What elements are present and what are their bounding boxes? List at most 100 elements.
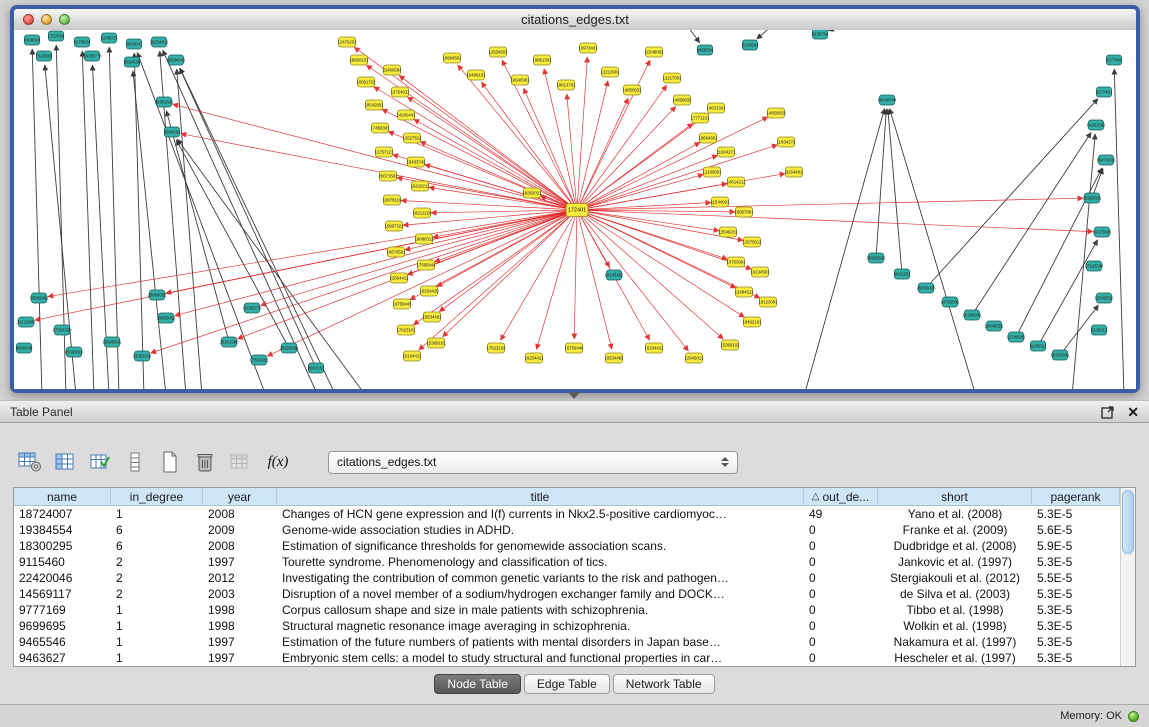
- table-row[interactable]: 946554611997Estimation of the future num…: [14, 634, 1120, 650]
- table-cell: 5.5E-5: [1032, 570, 1120, 586]
- node-label: 12065776: [242, 306, 262, 311]
- table-cell: 0: [804, 586, 878, 602]
- table-row[interactable]: 946362711997Embryonic stem cells: a mode…: [14, 650, 1120, 666]
- show-columns-icon[interactable]: [51, 449, 79, 475]
- node-label: 12217001: [662, 76, 682, 81]
- network-file-select-value: citations_edges.txt: [337, 455, 436, 469]
- table-cell: 2: [111, 586, 203, 602]
- table-row[interactable]: 1938455462009Genome-wide association stu…: [14, 522, 1120, 538]
- node-label: 10834041: [166, 58, 186, 63]
- node-label: 9806549: [16, 346, 33, 351]
- node-label: 9245013: [1091, 328, 1108, 333]
- table-row[interactable]: 1872400712008Changes of HCN gene express…: [14, 506, 1120, 522]
- table-row[interactable]: 969969511998Structural magnetic resonanc…: [14, 618, 1120, 634]
- node-label: 16640901: [510, 78, 530, 83]
- graph-edge: [577, 210, 723, 339]
- function-icon[interactable]: f(x): [261, 450, 295, 474]
- edit-table-icon[interactable]: [86, 449, 114, 475]
- table-cell: 1: [111, 618, 203, 634]
- table-cell: Investigating the contribution of common…: [277, 570, 804, 586]
- node-label: 17771101: [691, 116, 710, 121]
- new-file-icon[interactable]: [156, 449, 184, 475]
- tab-edge-table[interactable]: Edge Table: [524, 674, 610, 694]
- tab-node-table[interactable]: Node Table: [434, 674, 521, 694]
- node-label: 12757121: [374, 150, 394, 155]
- network-graph[interactable]: 1724011247620218860101224005841606172212…: [14, 30, 1136, 389]
- zoom-window-icon[interactable]: [59, 14, 70, 25]
- node-label: 10569901: [29, 296, 49, 301]
- table-scrollbar[interactable]: [1120, 488, 1135, 666]
- node-label: 14850831: [622, 88, 642, 93]
- table-cell: 2008: [203, 506, 277, 522]
- graph-edge: [151, 210, 577, 353]
- table-cell: Estimation of significance thresholds fo…: [277, 538, 804, 554]
- import-table-icon[interactable]: [226, 449, 254, 475]
- row-height-icon[interactable]: [121, 449, 149, 475]
- column-header-name[interactable]: name: [14, 488, 111, 505]
- graph-edge: [577, 210, 751, 269]
- table-panel-header: Table Panel ✕: [0, 400, 1149, 423]
- table-cell: 0: [804, 650, 878, 666]
- node-label: 18123001: [758, 300, 778, 305]
- node-label: 14614211: [727, 180, 746, 185]
- table-settings-icon[interactable]: [16, 449, 44, 475]
- network-canvas[interactable]: 1724011247620218860101224005841606172212…: [14, 30, 1136, 389]
- node-label: 17554300: [52, 328, 72, 333]
- table-cell: 5.3E-5: [1032, 586, 1120, 602]
- column-header-title[interactable]: title: [277, 488, 804, 505]
- minimize-window-icon[interactable]: [41, 14, 52, 25]
- column-header-short[interactable]: short: [878, 488, 1032, 505]
- node-label: 18211220: [413, 211, 432, 216]
- node-label: 12527512: [402, 136, 422, 141]
- table-row[interactable]: 911546021997Tourette syndrome. Phenomeno…: [14, 554, 1120, 570]
- table-scrollbar-thumb[interactable]: [1122, 490, 1134, 554]
- node-label: 12654411: [390, 276, 409, 281]
- node-label: 25866052: [147, 293, 167, 298]
- table-cell: 18724007: [14, 506, 111, 522]
- graph-edge: [267, 210, 577, 356]
- node-label: 18664601: [698, 136, 718, 141]
- table-row[interactable]: 1830029562008Estimation of significance …: [14, 538, 1120, 554]
- delete-icon[interactable]: [191, 449, 219, 475]
- column-header-year[interactable]: year: [203, 488, 277, 505]
- node-label: 18860101: [349, 58, 369, 63]
- graph-edge: [577, 210, 744, 317]
- table-cell: 18300295: [14, 538, 111, 554]
- status-bar: Memory: OK: [0, 704, 1149, 727]
- column-header-out_de[interactable]: △out_de...: [804, 488, 878, 505]
- combo-arrows-icon: [721, 457, 729, 467]
- column-header-in_degree[interactable]: in_degree: [111, 488, 203, 505]
- table-cell: 9777169: [14, 602, 111, 618]
- node-label: 15483742: [406, 160, 426, 165]
- graph-edge: [56, 45, 66, 389]
- float-panel-icon[interactable]: [1101, 405, 1115, 419]
- graph-edge: [431, 210, 577, 213]
- table-cell: 2003: [203, 586, 277, 602]
- table-cell: 2: [111, 570, 203, 586]
- table-cell: 5.3E-5: [1032, 634, 1120, 650]
- table-cell: 0: [804, 570, 878, 586]
- close-panel-icon[interactable]: ✕: [1127, 405, 1139, 419]
- node-label: 16997321: [384, 224, 404, 229]
- window-title-bar[interactable]: citations_edges.txt: [14, 9, 1136, 31]
- node-label: 15549231: [718, 230, 738, 235]
- panel-splitter-handle[interactable]: [568, 392, 580, 399]
- table-row[interactable]: 977716911998Corpus callosum shape and si…: [14, 602, 1120, 618]
- table-cell: Dudbridge et al. (2008): [878, 538, 1032, 554]
- node-label: 12675011: [743, 240, 762, 245]
- tab-network-table[interactable]: Network Table: [613, 674, 715, 694]
- table-row[interactable]: 1456911722003Disruption of a novel membe…: [14, 586, 1120, 602]
- table-row[interactable]: 2242004622012Investigating the contribut…: [14, 570, 1120, 586]
- node-label: 16960501: [866, 256, 886, 261]
- node-label: 9277401: [1096, 90, 1113, 95]
- table-cell: Tourette syndrome. Phenomenology and cla…: [277, 554, 804, 570]
- graph-edge: [577, 107, 676, 210]
- column-header-pagerank[interactable]: pagerank: [1032, 488, 1120, 505]
- graph-edge: [828, 30, 846, 31]
- network-file-select[interactable]: citations_edges.txt: [328, 451, 738, 474]
- node-label: 19088311: [415, 237, 434, 242]
- node-label: 12754011: [391, 90, 410, 95]
- close-window-icon[interactable]: [23, 14, 34, 25]
- graph-edge: [757, 30, 774, 39]
- table-body: 1872400712008Changes of HCN gene express…: [14, 506, 1135, 666]
